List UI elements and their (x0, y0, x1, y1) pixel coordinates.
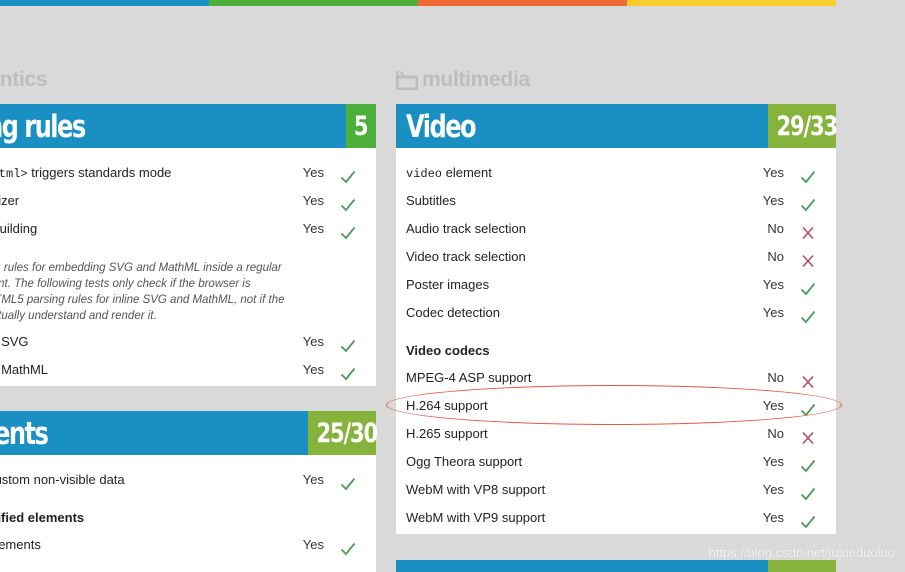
category-semantics-title: mantics (0, 68, 48, 91)
check-icon (800, 306, 816, 324)
test-row-tree-building: ree building Yes (0, 215, 376, 243)
stripe-green (209, 0, 418, 6)
panel-score: 29/33 (768, 104, 838, 148)
panel-score: 5 (346, 104, 376, 148)
watermark-text: https://blog.csdn.net/jujueduoluo (708, 545, 895, 560)
test-row-subtitles: Subtitles Yes (396, 187, 836, 215)
panel-header: Video 29/33 (396, 104, 838, 148)
panel-score: 25/30 (308, 411, 378, 455)
note-line: he HTML5 parsing rules for inline SVG an… (0, 294, 285, 306)
panel-title: ents (0, 416, 49, 452)
result-text: Yes (302, 165, 324, 180)
section-heading: modified elements (0, 510, 85, 525)
panel-title: Video (406, 109, 477, 145)
test-row-inline-svg: nline SVG Yes (0, 328, 376, 356)
audio-panel-score-partial (768, 560, 836, 572)
section-heading-video-codecs: Video codecs (406, 343, 490, 358)
test-row-section-elements: on elements Yes (0, 531, 376, 559)
panel-title: ng rules (0, 109, 86, 145)
note-line: an actually understand and render it. (0, 310, 157, 322)
parsing-rules-panel: ng rules 5 PE html> triggers standards m… (0, 104, 376, 386)
check-icon (800, 511, 816, 529)
test-row-video-track-selection: Video track selection No (396, 243, 836, 271)
annotation-ellipse (386, 385, 842, 425)
check-icon (800, 166, 816, 184)
audio-panel-header-partial (396, 560, 836, 572)
cross-icon (800, 427, 816, 445)
stripe-yellow (627, 0, 836, 6)
check-icon (340, 473, 356, 491)
category-multimedia: multimedia (396, 66, 530, 94)
test-row-inline-mathml: nline MathML Yes (0, 356, 376, 384)
stripe-blue (0, 0, 209, 6)
check-icon (340, 363, 356, 381)
check-icon (340, 335, 356, 353)
check-icon (800, 194, 816, 212)
category-multimedia-title: multimedia (422, 68, 530, 91)
clapperboard-icon (396, 70, 418, 90)
test-row-custom-data: ng custom non-visible data Yes (0, 466, 376, 494)
test-row-webm-vp9: WebM with VP9 support Yes (396, 504, 836, 532)
test-row-audio-track-selection: Audio track selection No (396, 215, 836, 243)
check-icon (340, 166, 356, 184)
panel-header: ng rules 5 (0, 104, 376, 148)
check-icon (800, 483, 816, 501)
stripe-orange (418, 0, 627, 6)
check-icon (800, 278, 816, 296)
check-icon (340, 194, 356, 212)
video-panel: Video 29/33 video element Yes Subtitles … (396, 104, 838, 534)
check-icon (340, 222, 356, 240)
check-icon (800, 455, 816, 473)
note-line: efines rules for embedding SVG and MathM… (0, 262, 282, 274)
test-row-codec-detection: Codec detection Yes (396, 299, 836, 327)
test-row-tokenizer: okenizer Yes (0, 187, 376, 215)
test-row-ogg-theora: Ogg Theora support Yes (396, 448, 836, 476)
cross-icon (800, 250, 816, 268)
top-color-stripe (0, 0, 836, 6)
panel-header: ents 25/30 (0, 411, 378, 455)
elements-panel: ents 25/30 ng custom non-visible data Ye… (0, 411, 378, 572)
test-row-doctype: PE html> triggers standards mode Yes (0, 159, 376, 187)
cross-icon (800, 222, 816, 240)
test-row-poster-images: Poster images Yes (396, 271, 836, 299)
test-row-webm-vp8: WebM with VP8 support Yes (396, 476, 836, 504)
note-line: cument. The following tests only check i… (0, 278, 251, 290)
check-icon (340, 538, 356, 556)
test-row-video-element: video element Yes (396, 159, 836, 187)
cross-icon (800, 371, 816, 389)
